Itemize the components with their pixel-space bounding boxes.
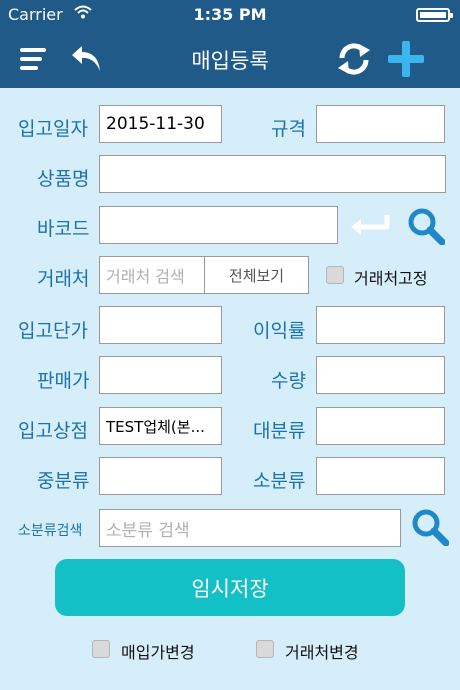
date-field[interactable]: 2015-11-30	[99, 105, 222, 143]
label-minor-category-search: 소분류검색	[18, 523, 83, 539]
unit-price-field[interactable]	[99, 306, 222, 344]
refresh-icon[interactable]	[336, 41, 372, 77]
label-date: 입고일자	[18, 118, 88, 140]
sale-price-field[interactable]	[99, 356, 222, 394]
vendor-search-input[interactable]: 거래처 검색	[99, 256, 205, 294]
label-barcode: 바코드	[37, 218, 90, 240]
spec-field[interactable]	[316, 105, 445, 143]
purchase-price-change-label: 매입가변경	[121, 643, 195, 662]
barcode-field[interactable]	[99, 206, 338, 244]
label-product: 상품명	[37, 168, 90, 190]
label-vendor: 거래처	[37, 268, 90, 290]
label-minor-category: 소분류	[253, 470, 306, 492]
label-profit-rate: 이익률	[253, 320, 306, 342]
enter-key-icon[interactable]	[349, 213, 391, 237]
label-unit-price: 입고단가	[18, 320, 88, 342]
mid-category-field[interactable]	[99, 457, 222, 495]
label-mid-category: 중분류	[37, 470, 90, 492]
store-field[interactable]: TEST업체(본...	[99, 407, 222, 445]
major-category-field[interactable]	[316, 407, 445, 445]
barcode-search-icon[interactable]	[407, 207, 445, 245]
minor-category-search-input[interactable]: 소분류 검색	[99, 509, 401, 547]
label-quantity: 수량	[271, 370, 306, 392]
label-spec: 규격	[271, 118, 306, 140]
vendor-fixed-checkbox[interactable]	[326, 266, 344, 284]
status-time: 1:35 PM	[193, 5, 267, 24]
plus-icon[interactable]	[388, 41, 424, 77]
status-bar: Carrier 1:35 PM	[0, 0, 460, 30]
label-sale-price: 판매가	[37, 370, 90, 392]
view-all-button[interactable]: 전체보기	[204, 256, 309, 294]
minor-category-search-icon[interactable]	[411, 508, 449, 546]
navigation-bar: 매입등록	[0, 30, 460, 88]
vendor-fixed-label: 거래처고정	[354, 269, 428, 288]
product-name-field[interactable]	[99, 155, 446, 193]
temporary-save-button[interactable]: 임시저장	[55, 559, 405, 616]
label-store: 입고상점	[18, 420, 88, 442]
minor-category-field[interactable]	[316, 457, 445, 495]
profit-rate-field[interactable]	[316, 306, 445, 344]
quantity-field[interactable]	[316, 356, 445, 394]
vendor-change-label: 거래처변경	[285, 643, 359, 662]
battery-icon	[416, 8, 453, 22]
purchase-price-change-checkbox[interactable]	[92, 640, 110, 658]
label-major-category: 대분류	[253, 420, 306, 442]
vendor-change-checkbox[interactable]	[256, 640, 274, 658]
